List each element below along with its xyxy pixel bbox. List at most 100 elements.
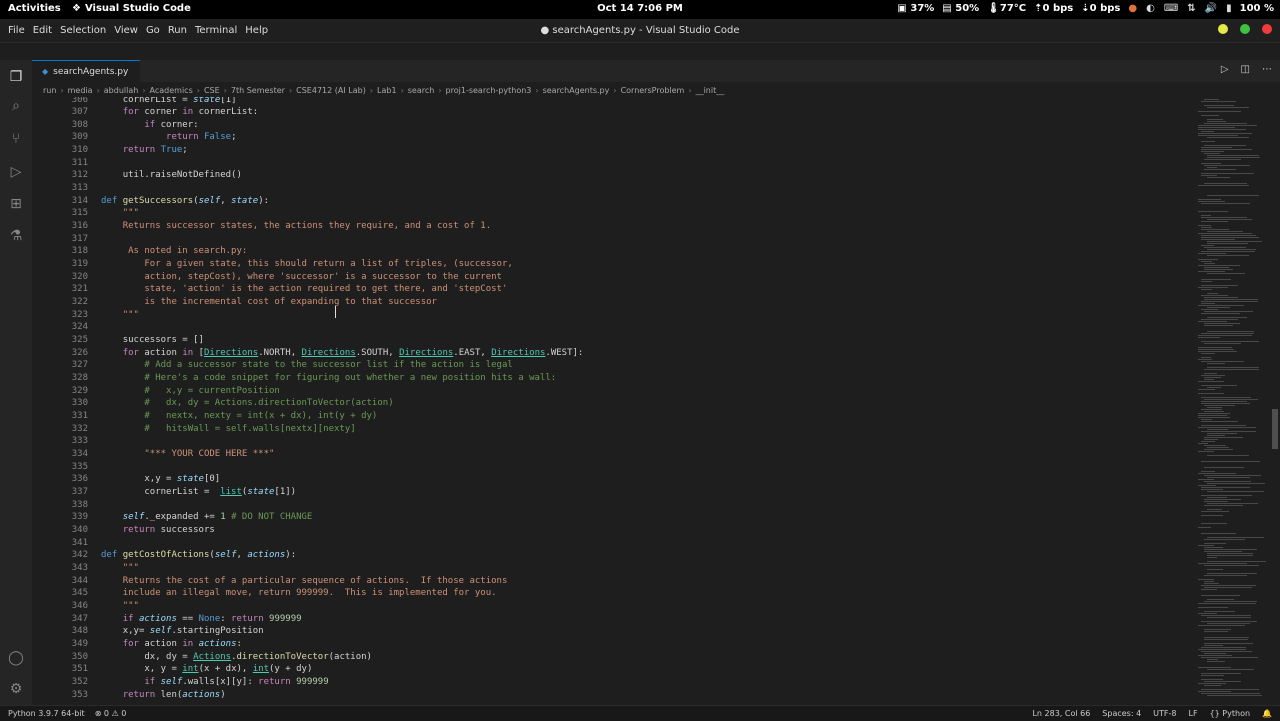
breadcrumb-item[interactable]: media xyxy=(68,86,93,95)
code-line[interactable]: 345 include an illegal move, return 9999… xyxy=(32,587,1190,600)
line-endings[interactable]: LF xyxy=(1189,709,1198,718)
breadcrumb-item[interactable]: 7th Semester xyxy=(231,86,285,95)
code-line[interactable]: 310 return True; xyxy=(32,144,1190,157)
code-line[interactable]: 307 for corner in cornerList: xyxy=(32,106,1190,119)
code-line[interactable]: 333 xyxy=(32,435,1190,448)
code-line[interactable]: 320 action, stepCost), where 'successor'… xyxy=(32,271,1190,284)
editor-scrollbar[interactable] xyxy=(1270,97,1280,705)
activities-button[interactable]: Activities xyxy=(8,3,61,14)
search-icon[interactable]: ⌕ xyxy=(7,97,25,115)
breadcrumb-item[interactable]: CornersProblem xyxy=(621,86,685,95)
line-number[interactable]: 349 xyxy=(32,638,88,651)
line-number[interactable]: 350 xyxy=(32,651,88,664)
line-number[interactable]: 353 xyxy=(32,689,88,702)
extension-icon[interactable]: ◐ xyxy=(1146,3,1155,14)
line-number[interactable]: 343 xyxy=(32,562,88,575)
breadcrumb-item[interactable]: Academics xyxy=(150,86,193,95)
code-line[interactable]: 330 # dx, dy = Actions.directionToVector… xyxy=(32,397,1190,410)
code-line[interactable]: 306 cornerList = state[1] xyxy=(32,97,1190,106)
line-number[interactable]: 324 xyxy=(32,321,88,334)
menu-go[interactable]: Go xyxy=(142,25,164,36)
code-line[interactable]: 328 # Here's a code snippet for figuring… xyxy=(32,372,1190,385)
code-line[interactable]: 336 x,y = state[0] xyxy=(32,473,1190,486)
code-line[interactable]: 325 successors = [] xyxy=(32,334,1190,347)
menu-file[interactable]: File xyxy=(4,25,29,36)
code-line[interactable]: 346 """ xyxy=(32,600,1190,613)
account-icon[interactable]: ◯ xyxy=(7,649,25,667)
code-line[interactable]: 337 cornerList = list(state[1]) xyxy=(32,486,1190,499)
breadcrumb-item[interactable]: searchAgents.py xyxy=(543,86,610,95)
line-number[interactable]: 307 xyxy=(32,106,88,119)
net-down-indicator[interactable]: ⇣0 bps xyxy=(1081,3,1120,14)
minimize-button[interactable] xyxy=(1218,24,1228,34)
line-number[interactable]: 317 xyxy=(32,233,88,246)
line-number[interactable]: 312 xyxy=(32,169,88,182)
cursor-position[interactable]: Ln 283, Col 66 xyxy=(1032,709,1090,718)
line-number[interactable]: 337 xyxy=(32,486,88,499)
code-line[interactable]: 316 Returns successor states, the action… xyxy=(32,220,1190,233)
network-icon[interactable]: ⇅ xyxy=(1187,3,1195,14)
line-number[interactable]: 339 xyxy=(32,511,88,524)
code-line[interactable]: 322 is the incremental cost of expanding… xyxy=(32,296,1190,309)
menu-selection[interactable]: Selection xyxy=(56,25,110,36)
line-number[interactable]: 310 xyxy=(32,144,88,157)
problems-count[interactable]: ⊗ 0 ⚠ 0 xyxy=(95,709,127,718)
code-line[interactable]: 329 # x,y = currentPosition xyxy=(32,385,1190,398)
run-file-icon[interactable]: ▷ xyxy=(1221,64,1229,75)
line-number[interactable]: 311 xyxy=(32,157,88,170)
scrollbar-thumb[interactable] xyxy=(1272,409,1278,449)
line-number[interactable]: 313 xyxy=(32,182,88,195)
code-line[interactable]: 311 xyxy=(32,157,1190,170)
net-up-indicator[interactable]: ⇡0 bps xyxy=(1034,3,1073,14)
code-editor[interactable]: 306 cornerList = state[1] 307 for corner … xyxy=(32,97,1190,705)
volume-icon[interactable]: 🔊 xyxy=(1205,3,1217,14)
line-number[interactable]: 327 xyxy=(32,359,88,372)
line-number[interactable]: 330 xyxy=(32,397,88,410)
breadcrumb-item[interactable]: abdullah xyxy=(104,86,139,95)
run-debug-icon[interactable]: ▷ xyxy=(7,163,25,181)
breadcrumb-item[interactable]: search xyxy=(408,86,435,95)
line-number[interactable]: 336 xyxy=(32,473,88,486)
code-line[interactable]: 314 def getSuccessors(self, state): xyxy=(32,195,1190,208)
more-actions-icon[interactable]: ⋯ xyxy=(1262,64,1272,75)
close-button[interactable] xyxy=(1262,24,1272,34)
code-line[interactable]: 335 xyxy=(32,461,1190,474)
code-line[interactable]: 347 if actions == None: return 999999 xyxy=(32,613,1190,626)
line-number[interactable]: 335 xyxy=(32,461,88,474)
clock[interactable]: Oct 14 7:06 PM xyxy=(597,3,683,14)
code-line[interactable]: 321 state, 'action' is the action requir… xyxy=(32,283,1190,296)
language-mode[interactable]: {} Python xyxy=(1210,709,1250,718)
code-line[interactable]: 353 return len(actions) xyxy=(32,689,1190,702)
code-line[interactable]: 352 if self.walls[x][y]: return 999999 xyxy=(32,676,1190,689)
code-line[interactable]: 332 # hitsWall = self.walls[nextx][nexty… xyxy=(32,423,1190,436)
line-number[interactable]: 326 xyxy=(32,347,88,360)
explorer-icon[interactable]: ❐ xyxy=(7,68,25,86)
code-line[interactable]: 351 x, y = int(x + dx), int(y + dy) xyxy=(32,663,1190,676)
code-line[interactable]: 315 """ xyxy=(32,207,1190,220)
line-number[interactable]: 346 xyxy=(32,600,88,613)
code-line[interactable]: 344 Returns the cost of a particular seq… xyxy=(32,575,1190,588)
record-icon[interactable]: ● xyxy=(1128,3,1137,14)
code-line[interactable]: 326 for action in [Directions.NORTH, Dir… xyxy=(32,347,1190,360)
breadcrumb-item[interactable]: CSE4712 (AI Lab) xyxy=(296,86,366,95)
line-number[interactable]: 329 xyxy=(32,385,88,398)
code-line[interactable]: 317 xyxy=(32,233,1190,246)
menu-run[interactable]: Run xyxy=(164,25,191,36)
line-number[interactable]: 321 xyxy=(32,283,88,296)
minimap[interactable] xyxy=(1196,97,1268,705)
line-number[interactable]: 352 xyxy=(32,676,88,689)
line-number[interactable]: 334 xyxy=(32,448,88,461)
line-number[interactable]: 315 xyxy=(32,207,88,220)
line-number[interactable]: 322 xyxy=(32,296,88,309)
memory-indicator[interactable]: ▤ 50% xyxy=(942,3,979,14)
code-line[interactable]: 324 xyxy=(32,321,1190,334)
code-line[interactable]: 342 def getCostOfActions(self, actions): xyxy=(32,549,1190,562)
line-number[interactable]: 314 xyxy=(32,195,88,208)
line-number[interactable]: 331 xyxy=(32,410,88,423)
line-number[interactable]: 309 xyxy=(32,131,88,144)
line-number[interactable]: 323 xyxy=(32,309,88,322)
testing-icon[interactable]: ⚗ xyxy=(7,227,25,245)
code-line[interactable]: 308 if corner: xyxy=(32,119,1190,132)
code-line[interactable]: 339 self._expanded += 1 # DO NOT CHANGE xyxy=(32,511,1190,524)
line-number[interactable]: 345 xyxy=(32,587,88,600)
